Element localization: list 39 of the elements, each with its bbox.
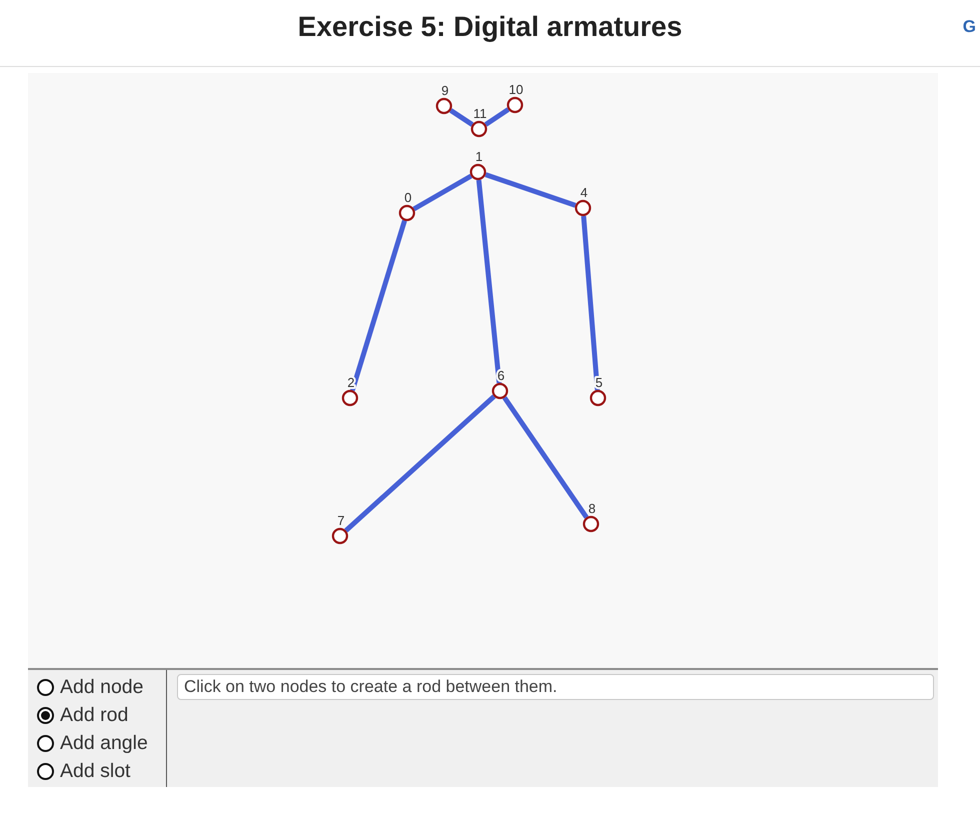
page-title: Exercise 5: Digital armatures (298, 10, 682, 44)
joint-node[interactable] (582, 516, 600, 532)
rod[interactable] (502, 396, 589, 519)
rod[interactable] (449, 108, 474, 127)
joint-node[interactable] (436, 98, 452, 114)
joint-node[interactable] (342, 390, 358, 406)
mode-option[interactable]: Add slot (37, 757, 166, 785)
joint-node[interactable] (470, 120, 488, 138)
rod[interactable] (484, 172, 576, 208)
rod[interactable] (581, 216, 600, 390)
rod[interactable] (344, 394, 496, 532)
joint-node[interactable] (398, 204, 416, 222)
mode-option[interactable]: Add rod (37, 701, 166, 729)
node-label: 7 (337, 513, 345, 528)
node-label: 10 (508, 82, 524, 97)
joint-node[interactable] (590, 390, 606, 406)
node-label: 11 (473, 106, 487, 121)
joint-node[interactable] (574, 200, 592, 216)
mode-option[interactable]: Add angle (37, 729, 166, 757)
mode-option[interactable]: Add node (37, 673, 166, 701)
node-label: 9 (441, 83, 449, 98)
radio-icon[interactable] (37, 734, 54, 752)
radio-selected-icon[interactable] (37, 706, 54, 724)
rod[interactable] (350, 220, 407, 392)
joint-node[interactable] (470, 164, 486, 180)
node-label: 6 (497, 368, 505, 383)
joint-node[interactable] (332, 528, 348, 544)
node-label: 8 (588, 501, 596, 516)
node-label: 0 (404, 190, 412, 205)
joint-node[interactable] (492, 382, 508, 400)
nav-link[interactable]: G (962, 16, 976, 38)
instruction-box: Click on two nodes to create a rod between them. (177, 674, 934, 700)
joint-node[interactable] (506, 96, 524, 114)
rod[interactable] (476, 180, 502, 384)
node-label: 1 (475, 149, 483, 164)
radio-icon[interactable] (37, 762, 54, 780)
node-label: 4 (580, 185, 588, 200)
rod[interactable] (412, 174, 472, 212)
radio-icon[interactable] (37, 678, 54, 696)
